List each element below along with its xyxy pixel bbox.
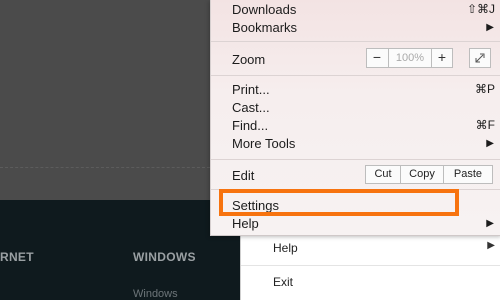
zoom-out-button[interactable]: − [367,49,387,67]
chevron-right-icon: ▶ [486,218,494,229]
divider [0,167,210,168]
shortcut-label: ⌘F [475,118,495,132]
menu-item-label: Zoom [232,52,266,67]
menu-item-cast[interactable]: Cast... [211,99,500,117]
menu-item-find[interactable]: Find... ⌘F [211,117,500,135]
menu-separator [211,41,500,42]
menu-item-label: Print... [232,82,270,97]
menu-item-downloads[interactable]: Downloads ⇧⌘J [211,1,500,19]
settings-highlight-box [219,189,459,216]
menu-separator [211,159,500,160]
menu-item-more-tools[interactable]: More Tools ▶ [211,135,500,153]
menu-item-label: Cast... [232,100,270,115]
menu-item-print[interactable]: Print... ⌘P [211,81,500,99]
footer-heading-internet: RNET [0,250,34,264]
menu-separator [211,75,500,76]
zoom-level: 100% [388,49,432,67]
chevron-right-icon: ▶ [486,22,494,33]
menu-item-label: Bookmarks [232,20,298,35]
edit-button-group: Cut Copy Paste [365,165,493,184]
secondary-menu: Help ▶ Exit [240,230,500,300]
copy-button[interactable]: Copy [401,166,444,183]
zoom-in-button[interactable]: + [432,49,452,67]
shortcut-label: ⌘P [474,82,495,96]
chevron-right-icon: ▶ [486,138,494,149]
fullscreen-button[interactable] [469,48,491,68]
paste-button[interactable]: Paste [444,166,492,183]
footer-link-windows[interactable]: Windows [133,288,178,300]
secondary-menu-item-exit[interactable]: Exit [241,269,500,297]
menu-item-label: Edit [232,168,255,183]
shortcut-label: ⇧⌘J [466,2,495,16]
menu-separator [241,265,500,266]
cut-button[interactable]: Cut [366,166,401,183]
secondary-menu-item-label: Help [273,241,298,255]
menu-item-label: More Tools [232,136,296,151]
menu-item-label: Help [232,216,259,231]
menu-item-label: Downloads [232,2,297,17]
menu-item-bookmarks[interactable]: Bookmarks ▶ [211,19,500,37]
menu-item-help[interactable]: Help ▶ [211,215,500,233]
secondary-menu-item-help[interactable]: Help ▶ [241,235,500,263]
fullscreen-icon [475,53,485,63]
secondary-menu-item-label: Exit [273,275,294,289]
menu-item-label: Find... [232,118,269,133]
menu-item-zoom: Zoom [211,51,500,69]
zoom-control: − 100% + [366,48,453,68]
chevron-right-icon: ▶ [487,240,495,251]
footer-heading-windows: WINDOWS [133,250,196,264]
